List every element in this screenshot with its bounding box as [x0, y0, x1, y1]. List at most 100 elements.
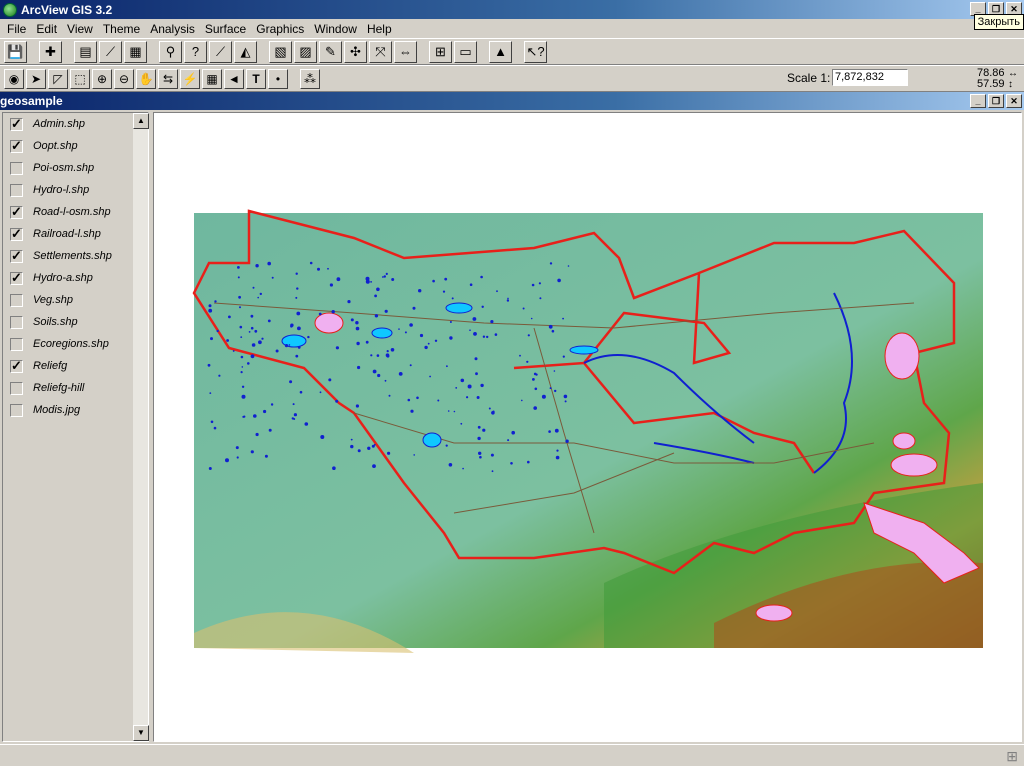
water-point: [478, 451, 482, 455]
help-button[interactable]: ↖?: [524, 40, 547, 63]
tool-bar: ◉ ➤ ◸ ⬚ ⊕ ⊖ ✋ ⇆ ⚡ ▦ ◄ T • ⁂ Scale 1: 7,8…: [0, 65, 1024, 92]
layer-visibility-checkbox[interactable]: ✓: [10, 271, 23, 285]
layer-visibility-checkbox[interactable]: [10, 293, 23, 307]
area-of-interest-tool-icon[interactable]: ▦: [202, 68, 222, 89]
map-display[interactable]: [153, 112, 1022, 742]
water-point: [385, 272, 388, 275]
layer-visibility-checkbox[interactable]: ✓: [10, 117, 23, 131]
menu-analysis[interactable]: Analysis: [145, 22, 200, 36]
draw-point-tool-icon[interactable]: •: [268, 68, 288, 89]
text-tool-icon[interactable]: T: [246, 68, 266, 89]
zoom-full-extent-button[interactable]: ✣: [344, 40, 367, 63]
layer-item[interactable]: Poi-osm.shp: [3, 157, 133, 179]
layer-name: Reliefg-hill: [33, 382, 85, 394]
label-tool-icon[interactable]: ◄: [224, 68, 244, 89]
pan-hand-tool-icon[interactable]: ✋: [136, 68, 156, 89]
zoom-out-fixed-button[interactable]: ▭: [454, 40, 477, 63]
layer-visibility-checkbox[interactable]: ✓: [10, 249, 23, 263]
layer-visibility-checkbox[interactable]: [10, 183, 23, 197]
layer-item[interactable]: ✓ Railroad-l.shp: [3, 223, 133, 245]
chart-button[interactable]: ◭: [234, 40, 257, 63]
menu-surface[interactable]: Surface: [200, 22, 251, 36]
layer-visibility-checkbox[interactable]: ✓: [10, 139, 23, 153]
scroll-down-arrow-icon[interactable]: ▼: [133, 725, 149, 741]
layer-item[interactable]: ✓ Admin.shp: [3, 113, 133, 135]
layer-visibility-checkbox[interactable]: ✓: [10, 359, 23, 373]
water-point: [376, 287, 380, 292]
view-restore-button[interactable]: ❐: [988, 94, 1004, 108]
select-all-button[interactable]: ▨: [294, 40, 317, 63]
menu-graphics[interactable]: Graphics: [251, 22, 309, 36]
find-button[interactable]: ⚲: [159, 40, 182, 63]
layer-visibility-checkbox[interactable]: [10, 161, 23, 175]
save-project-button[interactable]: 💾: [4, 40, 27, 63]
layer-item[interactable]: Veg.shp: [3, 289, 133, 311]
water-point: [350, 318, 354, 322]
identify-tool-icon[interactable]: ◉: [4, 68, 24, 89]
locate-address-button[interactable]: ?: [184, 40, 207, 63]
scale-input[interactable]: 7,872,832: [832, 69, 908, 86]
vertex-edit-tool-icon[interactable]: ◸: [48, 68, 68, 89]
snap-tool-icon[interactable]: ⁂: [300, 68, 320, 89]
layer-item[interactable]: Reliefg-hill: [3, 377, 133, 399]
menu-edit[interactable]: Edit: [31, 22, 62, 36]
zoom-out-tool-icon[interactable]: ⊖: [114, 68, 134, 89]
arcview-globe-icon: [3, 2, 17, 17]
layer-visibility-checkbox[interactable]: [10, 381, 23, 395]
pointer-tool-icon[interactable]: ➤: [26, 68, 46, 89]
menu-help[interactable]: Help: [362, 22, 397, 36]
toc-scrollbar[interactable]: ▲ ▼: [132, 113, 149, 741]
map-canvas[interactable]: [154, 113, 1021, 741]
clear-selected-button[interactable]: ✎: [319, 40, 342, 63]
layer-visibility-checkbox[interactable]: [10, 337, 23, 351]
water-point: [357, 365, 361, 370]
water-point: [481, 305, 484, 308]
menu-file[interactable]: File: [2, 22, 31, 36]
zoom-previous-button[interactable]: ⇔: [394, 40, 417, 63]
layer-item[interactable]: ✓ Oopt.shp: [3, 135, 133, 157]
scroll-up-arrow-icon[interactable]: ▲: [133, 113, 149, 129]
layer-item[interactable]: ✓ Road-l-osm.shp: [3, 201, 133, 223]
water-point: [250, 326, 254, 330]
edit-legend-button[interactable]: ⟋: [99, 40, 122, 63]
layer-item[interactable]: ✓ Reliefg: [3, 355, 133, 377]
water-point: [482, 428, 486, 432]
open-theme-table-button[interactable]: ▦: [124, 40, 147, 63]
water-point: [539, 297, 542, 300]
menu-view[interactable]: View: [62, 22, 98, 36]
water-point: [390, 348, 395, 352]
menu-theme[interactable]: Theme: [98, 22, 145, 36]
layer-visibility-checkbox[interactable]: ✓: [10, 227, 23, 241]
zoom-in-tool-icon[interactable]: ⊕: [92, 68, 112, 89]
layer-item[interactable]: Modis.jpg: [3, 399, 133, 421]
view-minimize-button[interactable]: _: [970, 94, 986, 108]
layer-item[interactable]: ✓ Hydro-a.shp: [3, 267, 133, 289]
water-point: [556, 449, 559, 452]
measure-tool-icon[interactable]: ⇆: [158, 68, 178, 89]
layer-visibility-checkbox[interactable]: ✓: [10, 205, 23, 219]
layer-item[interactable]: Soils.shp: [3, 311, 133, 333]
select-by-theme-button[interactable]: ▧: [269, 40, 292, 63]
view-close-button[interactable]: ✕: [1006, 94, 1022, 108]
layer-item[interactable]: Ecoregions.shp: [3, 333, 133, 355]
water-point: [319, 391, 322, 394]
layer-visibility-checkbox[interactable]: [10, 315, 23, 329]
water-point: [239, 306, 241, 309]
select-feature-tool-icon[interactable]: ⬚: [70, 68, 90, 89]
water-point: [295, 354, 299, 358]
theme-properties-button[interactable]: ▤: [74, 40, 97, 63]
query-builder-button[interactable]: ⟋: [209, 40, 232, 63]
water-point: [299, 390, 303, 394]
hot-link-tool-icon[interactable]: ⚡: [180, 68, 200, 89]
add-theme-button[interactable]: ✚: [39, 40, 62, 63]
layer-item[interactable]: Hydro-l.shp: [3, 179, 133, 201]
layout-button[interactable]: ▲: [489, 40, 512, 63]
zoom-in-fixed-button[interactable]: ⊞: [429, 40, 452, 63]
water-point: [370, 281, 372, 283]
layer-visibility-checkbox[interactable]: [10, 403, 23, 417]
layer-item[interactable]: ✓ Settlements.shp: [3, 245, 133, 267]
zoom-active-themes-button[interactable]: ⤧: [369, 40, 392, 63]
menu-window[interactable]: Window: [309, 22, 362, 36]
water-point: [328, 378, 332, 382]
resize-grip-icon[interactable]: ⊞: [1006, 748, 1018, 765]
